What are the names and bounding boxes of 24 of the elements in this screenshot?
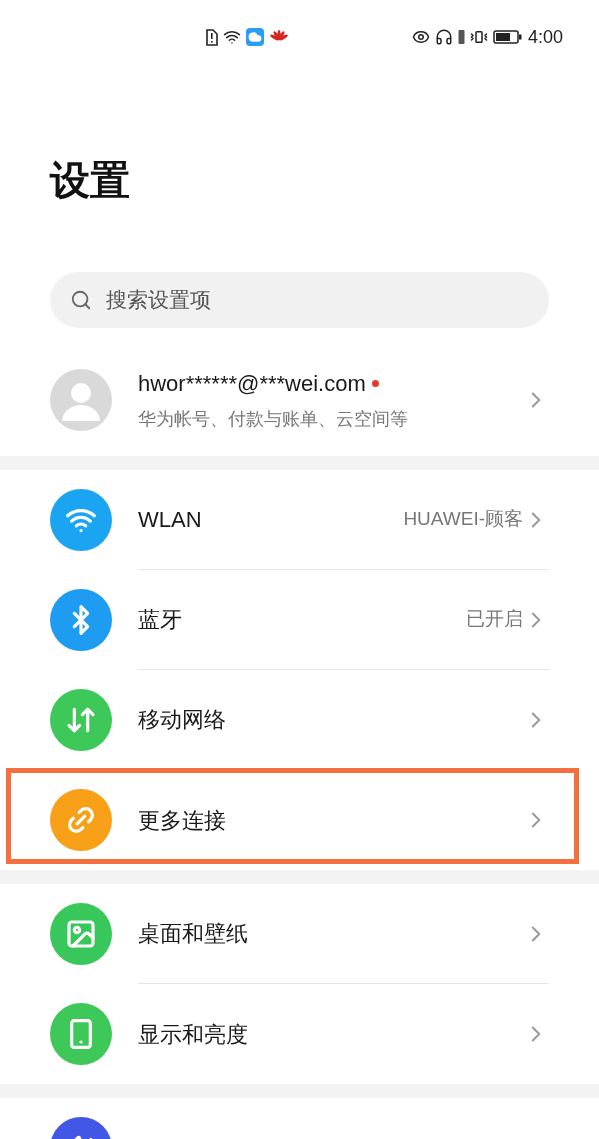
wifi-status-icon [223,28,241,46]
search-field[interactable]: 搜索设置项 [50,272,549,328]
small-battery-icon [457,29,465,45]
setting-label[interactable]: 显示和亮度 [138,1017,523,1051]
setting-label[interactable]: 移动网络 [138,703,523,736]
sim-alert-icon [205,28,218,46]
page-title: 设置 [50,160,131,200]
clock-time: 4:00 [527,25,563,49]
setting-value: 已开启 [466,607,523,632]
account-email[interactable]: hwor******@***wei.com [138,367,366,400]
setting-label[interactable]: 更多连接 [138,803,523,837]
setting-label[interactable]: 桌面和壁纸 [138,917,523,950]
setting-label[interactable]: 蓝牙 [138,603,466,636]
setting-label[interactable]: WLAN [138,503,404,536]
setting-value: HUAWEI-顾客 [403,507,523,532]
cloud-app-icon [246,28,264,46]
eye-icon [411,28,430,46]
account-subtitle: 华为帐号、付款与账单、云空间等 [138,408,409,431]
vibrate-icon [469,28,488,46]
headphones-icon [434,28,453,46]
image-icon [65,918,97,950]
battery-icon [492,30,523,44]
avatar-icon [50,369,112,431]
search-icon [70,289,92,311]
